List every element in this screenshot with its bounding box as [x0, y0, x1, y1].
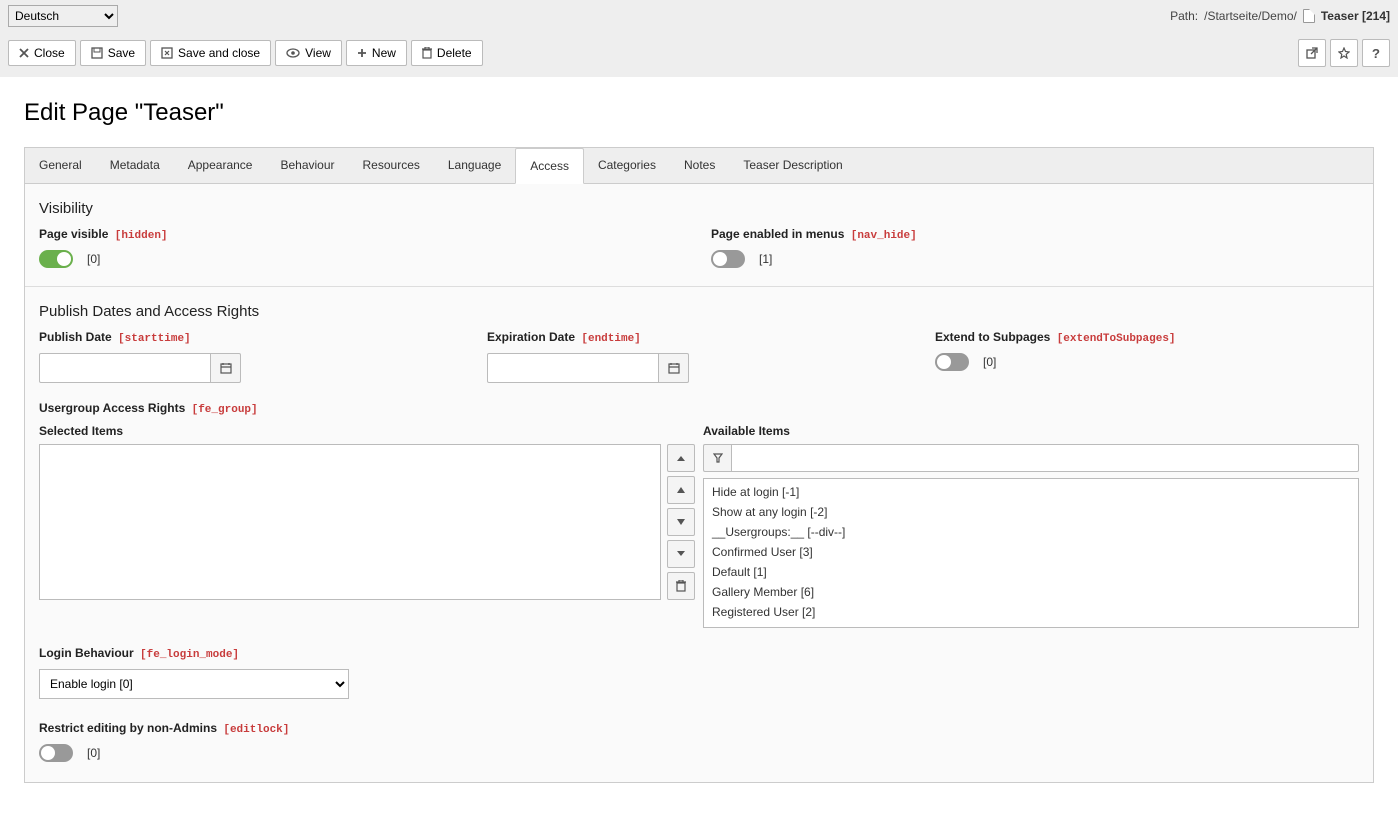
trash-icon — [422, 47, 432, 59]
file-icon — [1303, 9, 1315, 23]
help-button[interactable]: ? — [1362, 39, 1390, 67]
publish-date-picker[interactable] — [211, 353, 241, 383]
menus-enabled-label: Page enabled in menus [nav_hide] — [711, 227, 1359, 242]
close-icon — [19, 48, 29, 58]
extend-subpages-toggle[interactable] — [935, 353, 969, 371]
new-button[interactable]: New — [346, 40, 407, 66]
tab-metadata[interactable]: Metadata — [96, 148, 174, 183]
save-close-icon — [161, 47, 173, 59]
extend-subpages-value: [0] — [983, 355, 996, 369]
login-behaviour-label: Login Behaviour [fe_login_mode] — [39, 646, 1359, 661]
language-select[interactable]: Deutsch — [8, 5, 118, 27]
bookmark-button[interactable] — [1330, 39, 1358, 67]
page-visible-label: Page visible [hidden] — [39, 227, 687, 242]
new-button-label: New — [372, 46, 396, 60]
tab-teaser-description[interactable]: Teaser Description — [729, 148, 856, 183]
move-top-button[interactable] — [667, 444, 695, 472]
calendar-icon — [668, 362, 680, 374]
move-bottom-button[interactable] — [667, 540, 695, 568]
trash-icon — [676, 580, 686, 592]
close-button-label: Close — [34, 46, 65, 60]
tab-general[interactable]: General — [25, 148, 96, 183]
list-item[interactable]: Hide at login [-1] — [704, 482, 1358, 502]
list-item[interactable]: Gallery Member [6] — [704, 582, 1358, 602]
publish-date-label: Publish Date [starttime] — [39, 330, 463, 345]
move-top-icon — [676, 453, 686, 463]
tab-behaviour[interactable]: Behaviour — [266, 148, 348, 183]
publish-date-input[interactable] — [39, 353, 211, 383]
expiration-date-label: Expiration Date [endtime] — [487, 330, 911, 345]
tab-access[interactable]: Access — [515, 148, 584, 184]
move-bottom-icon — [676, 549, 686, 559]
list-item[interactable]: __Usergroups:__ [--div--] — [704, 522, 1358, 542]
tab-language[interactable]: Language — [434, 148, 515, 183]
chevron-down-icon — [676, 518, 686, 526]
tab-appearance[interactable]: Appearance — [174, 148, 267, 183]
available-items-label: Available Items — [703, 424, 1359, 438]
restrict-edit-toggle[interactable] — [39, 744, 73, 762]
delete-button-label: Delete — [437, 46, 472, 60]
delete-button[interactable]: Delete — [411, 40, 483, 66]
tab-categories[interactable]: Categories — [584, 148, 670, 183]
calendar-icon — [220, 362, 232, 374]
restrict-edit-label: Restrict editing by non-Admins [editlock… — [39, 721, 1359, 736]
save-button[interactable]: Save — [80, 40, 146, 66]
menus-enabled-toggle[interactable] — [711, 250, 745, 268]
selected-items-label: Selected Items — [39, 424, 695, 438]
external-link-icon — [1306, 47, 1318, 59]
path-label: Path: — [1170, 9, 1198, 23]
tabs: General Metadata Appearance Behaviour Re… — [25, 148, 1373, 184]
tab-resources[interactable]: Resources — [349, 148, 434, 183]
publish-title: Publish Dates and Access Rights — [39, 303, 1359, 320]
share-button[interactable] — [1298, 39, 1326, 67]
star-icon — [1338, 47, 1350, 59]
move-up-button[interactable] — [667, 476, 695, 504]
filter-input[interactable] — [731, 444, 1359, 472]
list-item[interactable]: Default [1] — [704, 562, 1358, 582]
help-icon: ? — [1372, 46, 1380, 61]
remove-item-button[interactable] — [667, 572, 695, 600]
page-visible-value: [0] — [87, 252, 100, 266]
view-button[interactable]: View — [275, 40, 342, 66]
filter-button[interactable] — [703, 444, 731, 472]
expiration-date-picker[interactable] — [659, 353, 689, 383]
close-button[interactable]: Close — [8, 40, 76, 66]
filter-icon — [713, 453, 723, 463]
expiration-date-input[interactable] — [487, 353, 659, 383]
save-button-label: Save — [108, 46, 135, 60]
menus-enabled-value: [1] — [759, 252, 772, 266]
tab-notes[interactable]: Notes — [670, 148, 729, 183]
list-item[interactable]: Show at any login [-2] — [704, 502, 1358, 522]
restrict-edit-value: [0] — [87, 746, 100, 760]
breadcrumb: Path: /Startseite/Demo/ Teaser [214] — [1170, 9, 1390, 23]
save-icon — [91, 47, 103, 59]
page-title: Edit Page "Teaser" — [24, 99, 1374, 127]
usergroup-label: Usergroup Access Rights [fe_group] — [39, 401, 1359, 416]
path-page: Teaser [214] — [1321, 9, 1390, 23]
login-behaviour-select[interactable]: Enable login [0] — [39, 669, 349, 699]
chevron-up-icon — [676, 486, 686, 494]
list-item[interactable]: Confirmed User [3] — [704, 542, 1358, 562]
visibility-title: Visibility — [39, 200, 1359, 217]
move-down-button[interactable] — [667, 508, 695, 536]
selected-items-listbox[interactable] — [39, 444, 661, 600]
path-breadcrumb: /Startseite/Demo/ — [1204, 9, 1297, 23]
save-close-button-label: Save and close — [178, 46, 260, 60]
page-visible-toggle[interactable] — [39, 250, 73, 268]
eye-icon — [286, 48, 300, 58]
list-item[interactable]: Registered User [2] — [704, 602, 1358, 622]
extend-subpages-label: Extend to Subpages [extendToSubpages] — [935, 330, 1359, 345]
save-close-button[interactable]: Save and close — [150, 40, 271, 66]
view-button-label: View — [305, 46, 331, 60]
plus-icon — [357, 48, 367, 58]
available-items-listbox[interactable]: Hide at login [-1]Show at any login [-2]… — [703, 478, 1359, 628]
